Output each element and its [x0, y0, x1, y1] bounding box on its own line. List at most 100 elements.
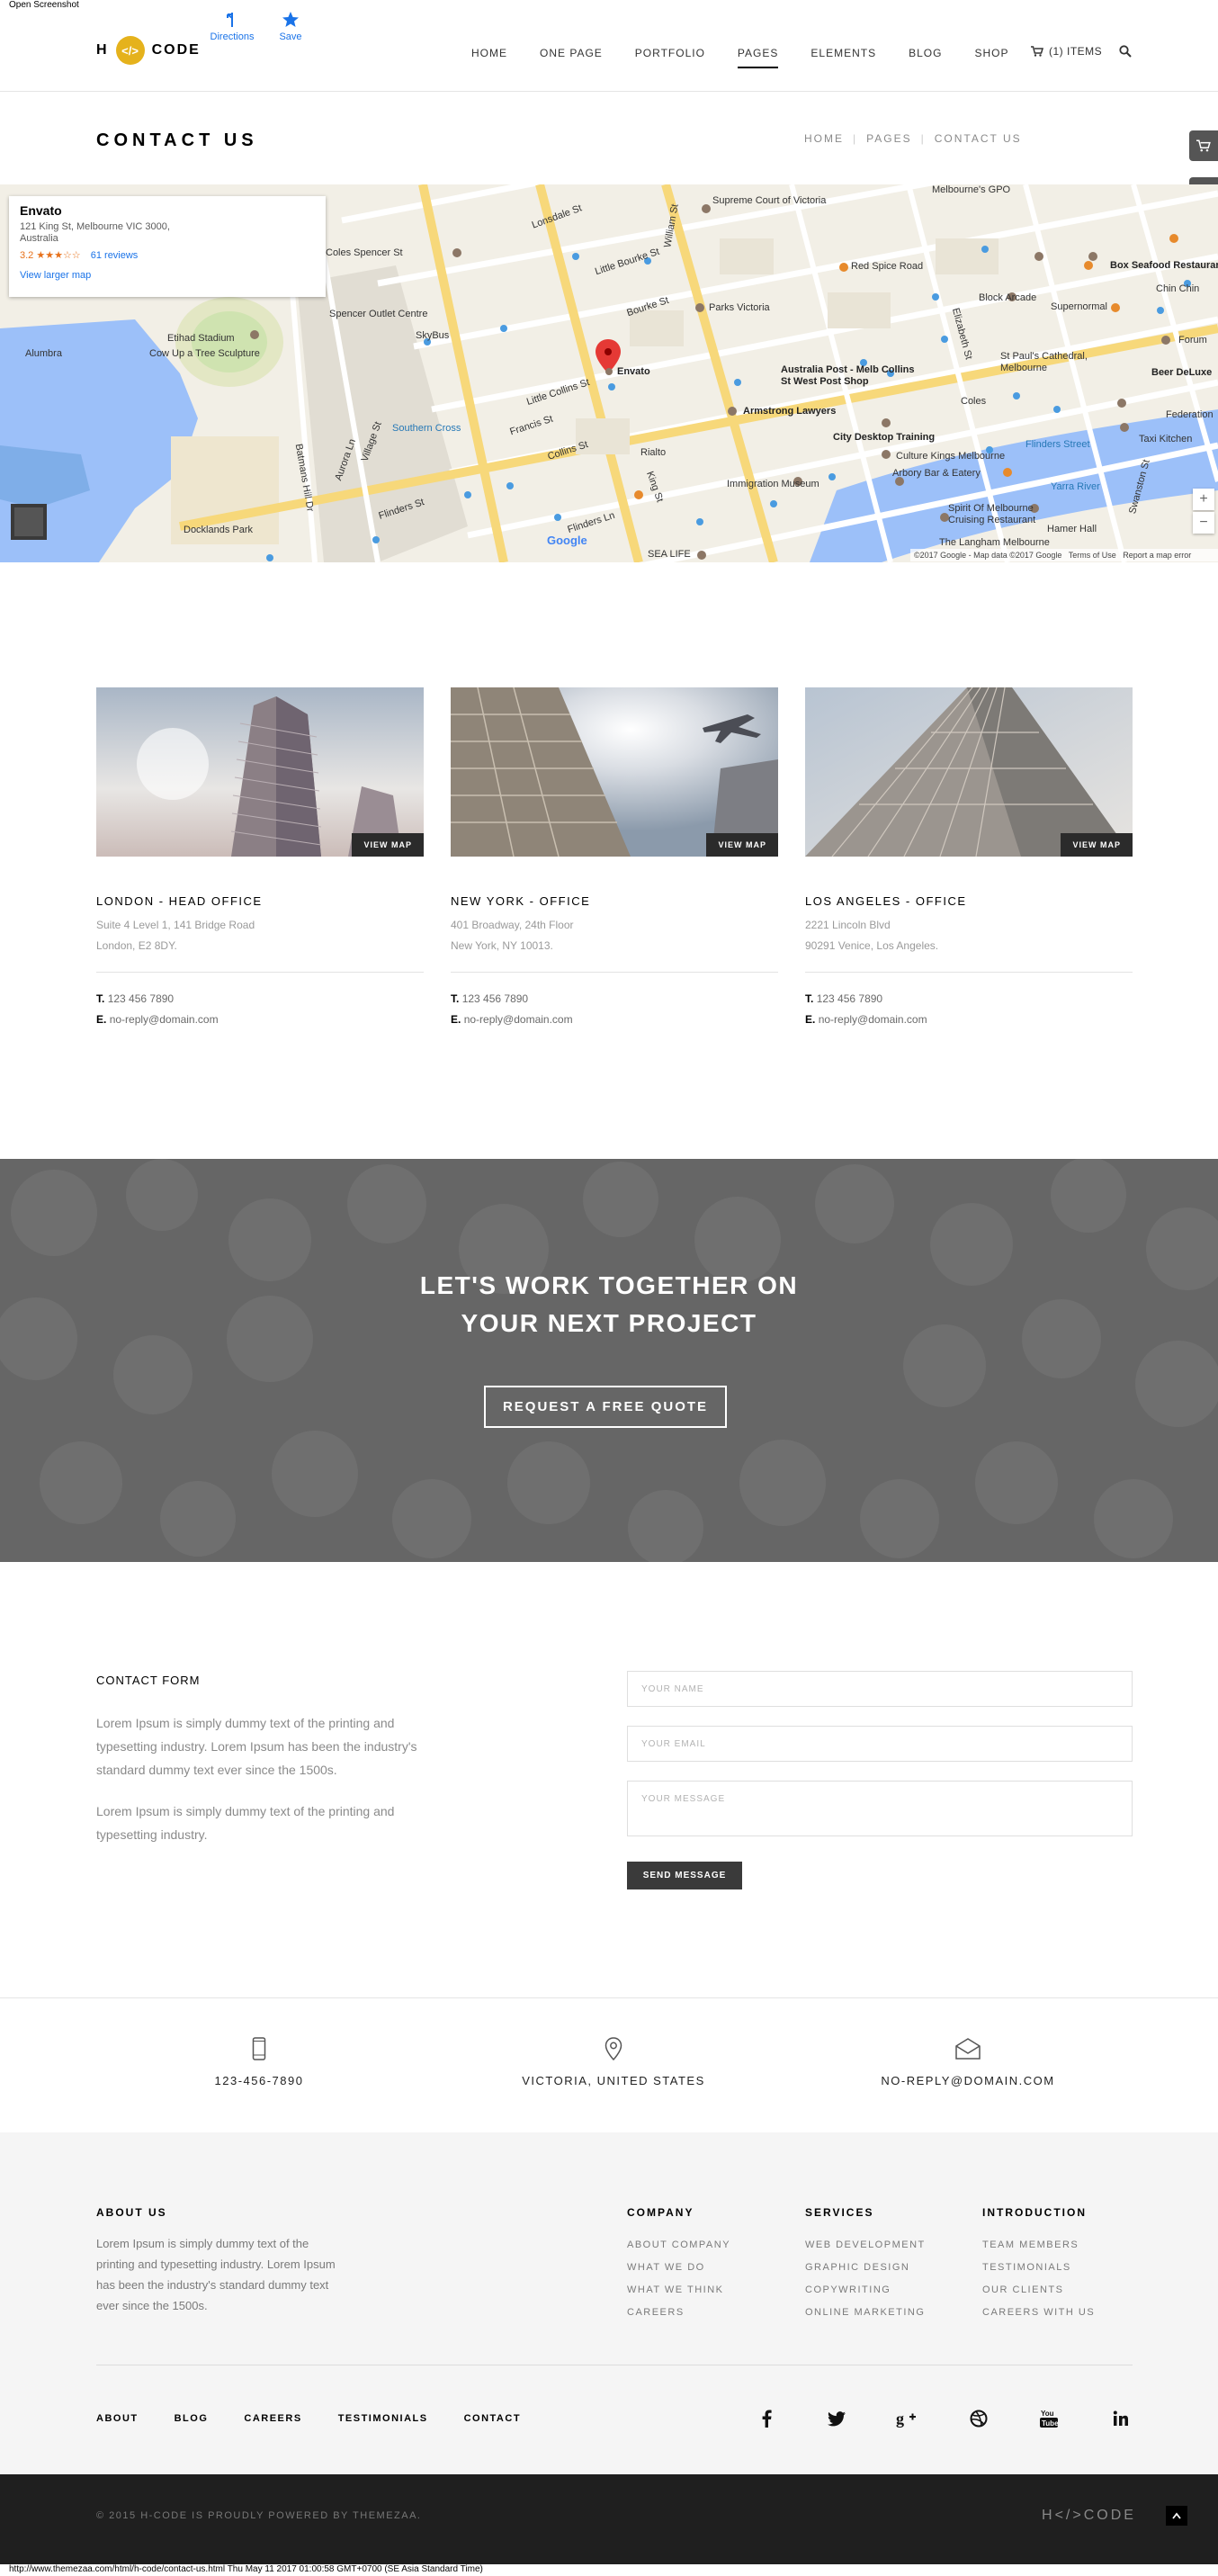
- envelope-icon: [955, 2038, 981, 2060]
- footer-link[interactable]: GRAPHIC DESIGN: [805, 2257, 926, 2279]
- email-input[interactable]: YOUR EMAIL: [627, 1726, 1133, 1762]
- facebook-icon[interactable]: [754, 2406, 779, 2431]
- footer-link[interactable]: OUR CLIENTS: [982, 2279, 1095, 2302]
- footer-company-links: ABOUT COMPANY WHAT WE DO WHAT WE THINK C…: [627, 2234, 730, 2324]
- footer-logo-left: H: [1042, 2508, 1055, 2523]
- contact-location-label: VICTORIA, UNITED STATES: [522, 2074, 705, 2087]
- nav-pages[interactable]: PAGES: [721, 47, 794, 68]
- map-report-link[interactable]: Report a map error: [1123, 551, 1191, 560]
- map-attribution: ©2017 Google - Map data ©2017 Google Ter…: [910, 549, 1218, 561]
- view-map-button[interactable]: VIEW MAP: [706, 833, 778, 857]
- side-cart-button[interactable]: [1189, 130, 1218, 161]
- footer-logo[interactable]: H</>CODE: [1042, 2508, 1136, 2524]
- map-place: Etihad Stadium: [167, 333, 235, 344]
- save-place-button[interactable]: Save: [275, 11, 306, 42]
- place-rating: 3.2 ★★★☆☆ 61 reviews: [20, 249, 315, 261]
- zoom-in-button[interactable]: +: [1193, 489, 1214, 510]
- footer-link[interactable]: WHAT WE THINK: [627, 2279, 730, 2302]
- breadcrumb-home[interactable]: HOME: [804, 132, 844, 145]
- youtube-icon[interactable]: You Tube: [1036, 2406, 1061, 2431]
- footer-logo-mark: </>: [1054, 2508, 1084, 2523]
- nav-elements[interactable]: ELEMENTS: [794, 47, 892, 65]
- send-message-button[interactable]: SEND MESSAGE: [627, 1862, 742, 1889]
- contact-email-label[interactable]: NO-REPLY@DOMAIN.COM: [833, 2074, 1103, 2087]
- map-place: Taxi Kitchen: [1139, 434, 1193, 444]
- footer-nav-blog[interactable]: BLOG: [175, 2413, 209, 2424]
- dribbble-icon[interactable]: [966, 2406, 991, 2431]
- directions-button[interactable]: Directions: [205, 11, 259, 42]
- name-input[interactable]: YOUR NAME: [627, 1671, 1133, 1707]
- linkedin-icon[interactable]: [1108, 2406, 1133, 2431]
- svg-text:You: You: [1041, 2410, 1054, 2418]
- footer-bottom-nav: ABOUT BLOG CAREERS TESTIMONIALS CONTACT: [96, 2413, 521, 2424]
- footer-company-heading: COMPANY: [627, 2206, 694, 2219]
- footer-nav-contact[interactable]: CONTACT: [464, 2413, 521, 2424]
- office-email[interactable]: no-reply@domain.com: [110, 1013, 219, 1026]
- office-card-london: VIEW MAP LONDON - HEAD OFFICE Suite 4 Le…: [96, 687, 424, 1030]
- office-phone: 123 456 7890: [816, 992, 883, 1005]
- nav-shop[interactable]: SHOP: [958, 47, 1025, 65]
- cart-icon: [1196, 139, 1211, 152]
- view-map-button[interactable]: VIEW MAP: [352, 833, 424, 857]
- footer-introduction-links: TEAM MEMBERS TESTIMONIALS OUR CLIENTS CA…: [982, 2234, 1095, 2324]
- footer-link[interactable]: ONLINE MARKETING: [805, 2302, 926, 2324]
- cart-icon: [1031, 46, 1043, 57]
- nav-blog[interactable]: BLOG: [892, 47, 958, 65]
- footer-nav-about[interactable]: ABOUT: [96, 2413, 139, 2424]
- office-address: 2221 Lincoln Blvd 90291 Venice, Los Ange…: [805, 915, 1133, 956]
- cart-button[interactable]: (1) ITEMS: [1031, 45, 1102, 58]
- zoom-out-button[interactable]: −: [1193, 512, 1214, 534]
- footer-link[interactable]: WEB DEVELOPMENT: [805, 2234, 926, 2257]
- footer-nav-careers[interactable]: CAREERS: [244, 2413, 301, 2424]
- email-label: E.: [96, 1013, 107, 1026]
- footer-about-text: Lorem Ipsum is simply dummy text of the …: [96, 2237, 336, 2312]
- site-logo[interactable]: H </> CODE: [96, 36, 201, 65]
- google-plus-icon[interactable]: g: [894, 2406, 919, 2431]
- map-place: Box Seafood Restaurant: [1110, 260, 1218, 271]
- office-email[interactable]: no-reply@domain.com: [464, 1013, 573, 1026]
- map-terms-link[interactable]: Terms of Use: [1069, 551, 1116, 560]
- map-place: Flinders Street: [1025, 439, 1090, 450]
- main-nav: HOME ONE PAGE PORTFOLIO PAGES ELEMENTS B…: [455, 47, 1025, 68]
- footer-link[interactable]: COPYWRITING: [805, 2279, 926, 2302]
- star-icon: [282, 12, 299, 27]
- nav-home[interactable]: HOME: [455, 47, 524, 65]
- reviews-link[interactable]: 61 reviews: [91, 250, 139, 261]
- breadcrumb-current: CONTACT US: [934, 132, 1022, 145]
- contact-form-paragraph: Lorem Ipsum is simply dummy text of the …: [96, 1804, 395, 1842]
- map-copyright: ©2017 Google - Map data ©2017 Google: [914, 551, 1062, 560]
- place-title: Envato: [20, 203, 62, 218]
- map-place: Arbory Bar & Eatery: [892, 468, 981, 479]
- office-address-line-2: New York, NY 10013.: [451, 939, 553, 952]
- breadcrumb-pages[interactable]: PAGES: [866, 132, 911, 145]
- view-map-button[interactable]: VIEW MAP: [1061, 833, 1133, 857]
- scroll-to-top-button[interactable]: [1166, 2506, 1187, 2526]
- footer-nav-testimonials[interactable]: TESTIMONIALS: [338, 2413, 428, 2424]
- request-quote-button[interactable]: REQUEST A FREE QUOTE: [484, 1386, 727, 1428]
- office-building-image: [96, 687, 424, 857]
- logo-right: CODE: [151, 42, 201, 58]
- view-larger-map-link[interactable]: View larger map: [20, 270, 315, 281]
- twitter-icon[interactable]: [824, 2406, 849, 2431]
- svg-text:g: g: [896, 2410, 904, 2428]
- office-email[interactable]: no-reply@domain.com: [819, 1013, 927, 1026]
- search-icon[interactable]: [1119, 45, 1132, 58]
- map-place: Docklands Park: [184, 525, 254, 535]
- office-name: LOS ANGELES - OFFICE: [805, 894, 967, 908]
- divider: [451, 972, 778, 973]
- footer-link[interactable]: TESTIMONIALS: [982, 2257, 1095, 2279]
- footer-link[interactable]: WHAT WE DO: [627, 2257, 730, 2279]
- nav-portfolio[interactable]: PORTFOLIO: [619, 47, 721, 65]
- map-place: Rialto: [640, 447, 667, 458]
- map-satellite-toggle[interactable]: [11, 504, 47, 540]
- footer-link[interactable]: TEAM MEMBERS: [982, 2234, 1095, 2257]
- map-place: Supreme Court of Victoria: [712, 195, 827, 206]
- office-address-line-1: 2221 Lincoln Blvd: [805, 919, 891, 931]
- nav-one-page[interactable]: ONE PAGE: [524, 47, 619, 65]
- footer-link[interactable]: CAREERS WITH US: [982, 2302, 1095, 2324]
- footer-link[interactable]: ABOUT COMPANY: [627, 2234, 730, 2257]
- map-place: Coles: [961, 396, 987, 407]
- message-textarea[interactable]: YOUR MESSAGE: [627, 1781, 1133, 1836]
- footer-link[interactable]: CAREERS: [627, 2302, 730, 2324]
- contact-email: NO-REPLY@DOMAIN.COM: [833, 2037, 1103, 2087]
